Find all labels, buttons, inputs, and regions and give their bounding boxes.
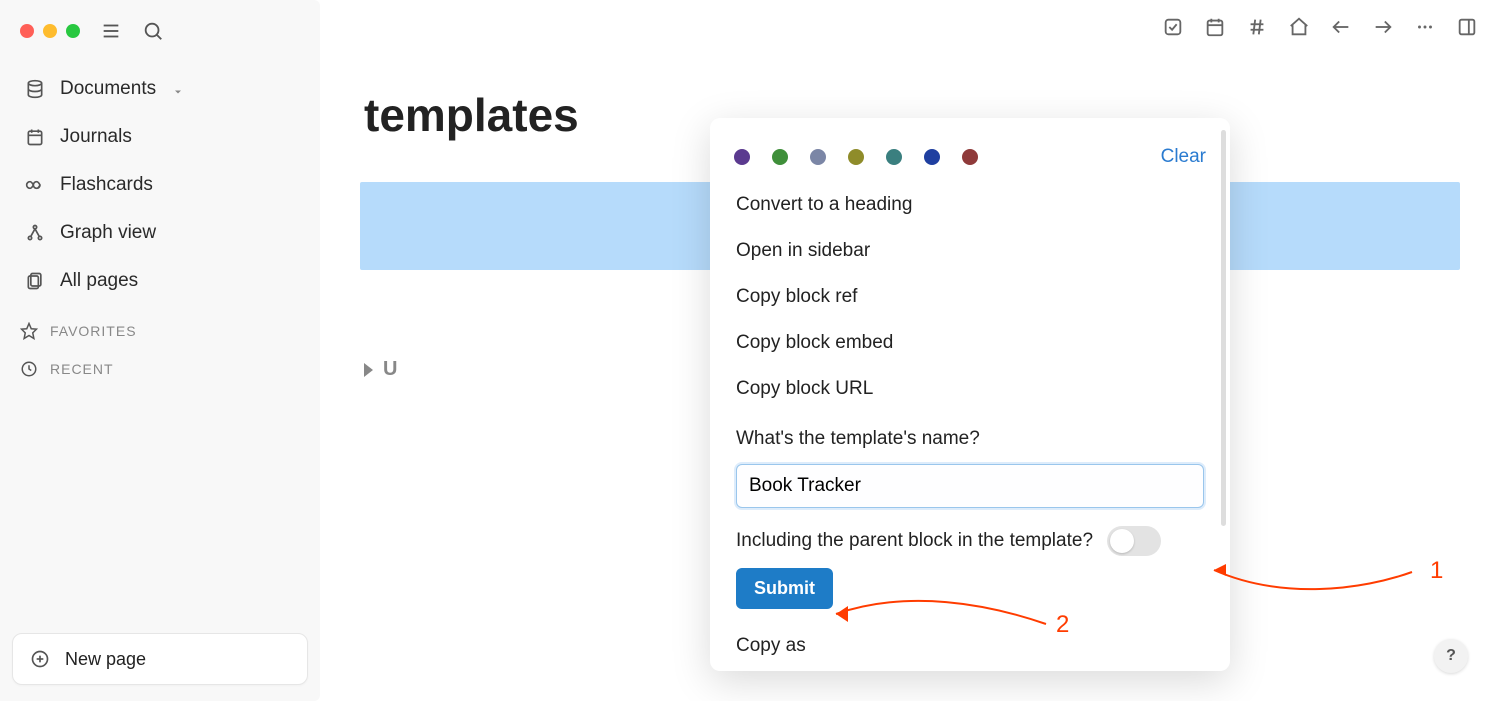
color-swatches: [734, 149, 978, 165]
template-name-prompt: What's the template's name?: [736, 428, 1204, 464]
plus-circle-icon: [29, 648, 51, 670]
hash-icon[interactable]: [1246, 16, 1268, 38]
annotation-1: 1: [1202, 540, 1462, 600]
sidebar-item-label: Graph view: [60, 222, 156, 244]
more-icon[interactable]: [1414, 16, 1436, 38]
database-icon: [24, 78, 46, 100]
menu-copy-block-embed[interactable]: Copy block embed: [732, 320, 1208, 366]
color-swatch[interactable]: [848, 149, 864, 165]
template-name-input[interactable]: [736, 464, 1204, 508]
checkbox-icon[interactable]: [1162, 16, 1184, 38]
window-controls: [20, 24, 80, 38]
color-swatch[interactable]: [810, 149, 826, 165]
pages-icon: [24, 270, 46, 292]
menu-icon[interactable]: [100, 20, 122, 42]
submit-button[interactable]: Submit: [736, 568, 833, 609]
calendar-toolbar-icon[interactable]: [1204, 16, 1226, 38]
clear-color-link[interactable]: Clear: [1161, 146, 1206, 168]
infinity-icon: [24, 174, 46, 196]
favorites-section[interactable]: FAVORITES: [12, 308, 308, 346]
chevron-down-icon: [172, 82, 186, 96]
calendar-icon: [24, 126, 46, 148]
block-context-menu: Clear Convert to a heading Open in sideb…: [710, 118, 1230, 671]
sidebar: Documents Journals Flashcards: [0, 0, 320, 701]
menu-copy-as[interactable]: Copy as: [732, 609, 1208, 661]
clock-icon: [20, 360, 38, 378]
parent-block-toggle[interactable]: [1107, 526, 1161, 556]
menu-copy-block-url[interactable]: Copy block URL: [732, 366, 1208, 412]
color-swatch[interactable]: [772, 149, 788, 165]
main-area: templates U Clear: [320, 0, 1500, 701]
top-toolbar: [1162, 16, 1478, 38]
recent-label: RECENT: [50, 361, 114, 377]
menu-open-sidebar[interactable]: Open in sidebar: [732, 228, 1208, 274]
help-button[interactable]: ?: [1434, 639, 1468, 673]
graph-icon: [24, 222, 46, 244]
home-icon[interactable]: [1288, 16, 1310, 38]
close-window-dot[interactable]: [20, 24, 34, 38]
minimize-window-dot[interactable]: [43, 24, 57, 38]
panel-icon[interactable]: [1456, 16, 1478, 38]
sidebar-item-label: Flashcards: [60, 174, 153, 196]
menu-convert-heading[interactable]: Convert to a heading: [732, 182, 1208, 228]
color-swatch[interactable]: [962, 149, 978, 165]
color-swatch[interactable]: [734, 149, 750, 165]
sidebar-item-label: All pages: [60, 270, 138, 292]
sidebar-item-all-pages[interactable]: All pages: [16, 260, 304, 302]
sidebar-item-graph-view[interactable]: Graph view: [16, 212, 304, 254]
scrollbar[interactable]: [1221, 130, 1226, 526]
color-swatch[interactable]: [886, 149, 902, 165]
back-arrow-icon[interactable]: [1330, 16, 1352, 38]
forward-arrow-icon[interactable]: [1372, 16, 1394, 38]
new-page-button[interactable]: New page: [12, 633, 308, 685]
star-icon: [20, 322, 38, 340]
recent-section[interactable]: RECENT: [12, 346, 308, 384]
triangle-right-icon: [364, 363, 373, 377]
parent-toggle-label: Including the parent block in the templa…: [736, 530, 1093, 552]
unlinked-label: U: [383, 358, 397, 381]
sidebar-item-journals[interactable]: Journals: [16, 116, 304, 158]
sidebar-item-label: Journals: [60, 126, 132, 148]
menu-copy-block-ref[interactable]: Copy block ref: [732, 274, 1208, 320]
sidebar-item-label: Documents: [60, 78, 156, 100]
maximize-window-dot[interactable]: [66, 24, 80, 38]
favorites-label: FAVORITES: [50, 323, 137, 339]
color-swatch[interactable]: [924, 149, 940, 165]
sidebar-item-documents[interactable]: Documents: [16, 68, 304, 110]
sidebar-item-flashcards[interactable]: Flashcards: [16, 164, 304, 206]
svg-text:1: 1: [1430, 557, 1443, 584]
search-icon[interactable]: [142, 20, 164, 42]
new-page-label: New page: [65, 649, 146, 670]
